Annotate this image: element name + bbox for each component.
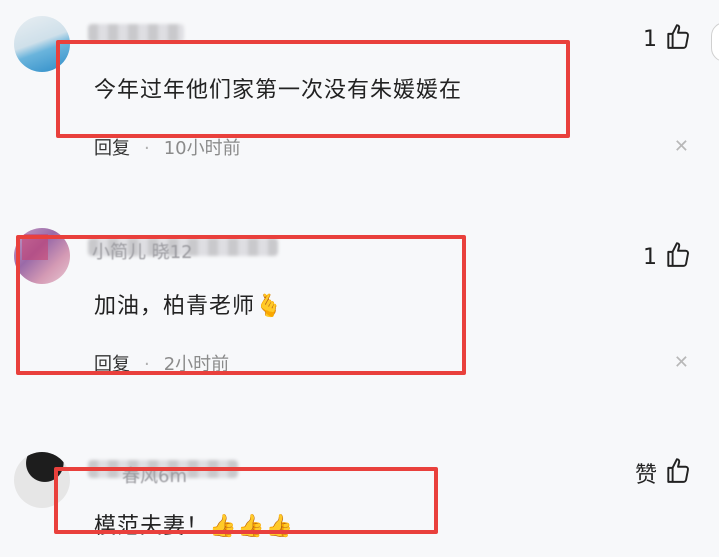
like-button[interactable]: 赞 (635, 456, 691, 490)
comment-text: 今年过年他们家第一次没有朱媛媛在 (94, 78, 463, 103)
username[interactable]: 小简儿 晓12 (92, 238, 193, 264)
emoji: 👍👍👍 (209, 514, 295, 539)
avatar[interactable] (14, 452, 70, 508)
comment-text: 模范夫妻！👍👍👍 (94, 514, 295, 539)
close-icon[interactable]: ✕ (674, 352, 689, 373)
like-count: 1 (643, 26, 657, 52)
avatar[interactable] (14, 228, 70, 284)
separator-dot: · (144, 354, 150, 375)
separator-dot: · (144, 138, 150, 159)
like-label: 赞 (634, 463, 657, 488)
timestamp: 10小时前 (163, 138, 241, 159)
avatar[interactable] (14, 16, 70, 72)
like-count: 1 (643, 244, 657, 270)
timestamp: 2小时前 (163, 354, 230, 375)
thumbs-up-icon (665, 22, 691, 56)
comment-list: 今年过年他们家第一次没有朱媛媛在 回复 · 10小时前 1 ✕ 小简儿 晓12 加油… (0, 0, 719, 557)
close-icon[interactable]: ✕ (674, 136, 689, 157)
thumbs-up-icon (665, 240, 691, 274)
like-button[interactable]: 1 (643, 240, 691, 274)
like-button[interactable]: 1 (643, 22, 691, 56)
username[interactable]: 春风6m (122, 462, 187, 488)
comment-text: 加油，柏青老师🫰 (94, 294, 284, 319)
comment-meta: 回复 · 2小时前 (94, 350, 229, 376)
emoji: 🫰 (255, 294, 284, 319)
reply-button[interactable]: 回复 (94, 354, 130, 375)
comment-meta: 回复 · 10小时前 (94, 134, 241, 160)
thumbs-up-icon (665, 456, 691, 490)
username-blurred[interactable] (88, 24, 184, 42)
reply-button[interactable]: 回复 (94, 138, 130, 159)
